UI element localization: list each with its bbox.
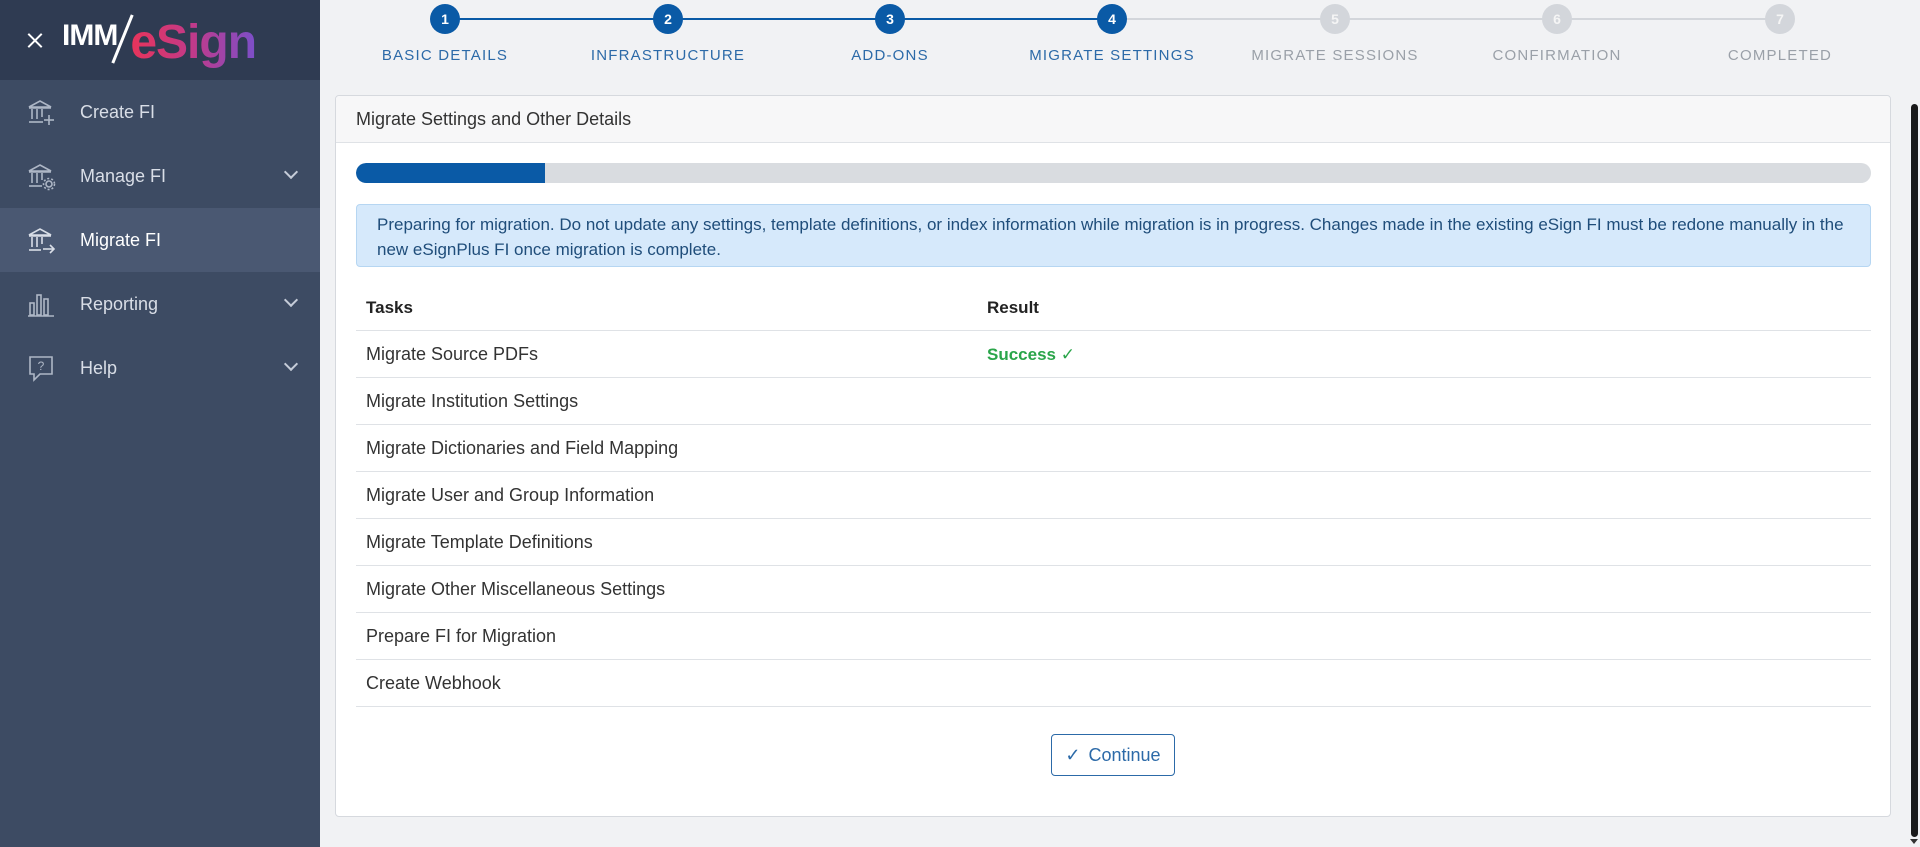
table-row: Migrate Dictionaries and Field Mapping [356,425,1871,472]
step-number: 5 [1320,4,1350,34]
bank-plus-icon [28,100,54,125]
close-icon[interactable] [22,27,48,53]
task-name: Migrate Source PDFs [366,343,539,364]
sidebar: IMM eSign Create FI Manage FI Migrate FI [0,0,320,847]
card-title: Migrate Settings and Other Details [336,96,1890,143]
chevron-down-icon [283,292,299,308]
table-row: Migrate User and Group Information [356,472,1871,519]
sidebar-item-manage-fi[interactable]: Manage FI [0,144,320,208]
table-row: Prepare FI for Migration [356,613,1871,660]
step-migrate-settings[interactable]: 4 MIGRATE SETTINGS [1012,0,1212,64]
sidebar-item-create-fi[interactable]: Create FI [0,80,320,144]
step-label: ADD-ONS [851,47,929,64]
task-name: Prepare FI for Migration [366,625,557,646]
logo-imm: IMM [62,19,118,52]
bank-gear-icon [28,164,56,191]
column-header-result: Result [987,297,1039,317]
tasks-table: Tasks Result Migrate Source PDFs Success… [356,285,1871,707]
page-scrollbar[interactable] [1908,0,1920,847]
sidebar-item-label: Help [80,357,118,378]
step-number: 2 [653,4,683,34]
sidebar-header: IMM eSign [0,0,320,80]
step-label: INFRASTRUCTURE [590,47,746,64]
migration-progress-bar [356,163,1871,183]
step-label: CONFIRMATION [1492,47,1622,64]
task-name: Migrate Other Miscellaneous Settings [366,578,666,599]
bar-chart-icon [28,294,54,317]
bank-arrow-icon [28,228,56,254]
migrate-settings-card: Migrate Settings and Other Details Prepa… [335,95,1891,817]
table-header-row: Tasks Result [356,285,1871,331]
step-infrastructure[interactable]: 2 INFRASTRUCTURE [568,0,768,64]
step-migrate-sessions: 5 MIGRATE SESSIONS [1235,0,1435,64]
sidebar-item-label: Migrate FI [80,229,162,250]
sidebar-item-label: Manage FI [80,165,167,186]
column-header-tasks: Tasks [366,297,413,317]
sidebar-item-migrate-fi[interactable]: Migrate FI [0,208,320,272]
info-alert: Preparing for migration. Do not update a… [356,204,1871,267]
step-number: 6 [1542,4,1572,34]
app-logo: IMM eSign [62,13,257,69]
help-bubble-icon: ? [29,356,53,382]
step-number: 1 [430,4,460,34]
step-completed: 7 COMPLETED [1680,0,1880,64]
chevron-down-icon [283,164,299,180]
sidebar-item-label: Reporting [80,293,159,314]
continue-label: Continue [1088,744,1161,765]
success-status: Success [987,344,1056,364]
step-basic-details[interactable]: 1 BASIC DETAILS [345,0,545,64]
checkmark-icon: ✓ [1065,744,1081,765]
table-row: Migrate Source PDFs Success ✓ [356,331,1871,378]
task-name: Migrate Dictionaries and Field Mapping [366,437,679,458]
table-row: Migrate Institution Settings [356,378,1871,425]
chevron-down-icon [283,356,299,372]
step-label: MIGRATE SETTINGS [1029,47,1195,64]
scrollbar-thumb[interactable] [1911,104,1918,837]
continue-button[interactable]: ✓ Continue [1051,734,1175,776]
svg-text:?: ? [38,359,45,373]
step-confirmation: 6 CONFIRMATION [1457,0,1657,64]
task-name: Migrate Template Definitions [366,531,593,552]
sidebar-item-reporting[interactable]: Reporting [0,272,320,336]
step-label: BASIC DETAILS [381,47,509,64]
table-row: Migrate Template Definitions [356,519,1871,566]
progress-fill [356,163,546,183]
step-number: 7 [1765,4,1795,34]
step-add-ons[interactable]: 3 ADD-ONS [790,0,990,64]
checkmark-icon: ✓ [1056,344,1075,364]
wizard-stepper: 1 BASIC DETAILS 2 INFRASTRUCTURE 3 ADD-O… [335,0,1890,80]
step-number: 4 [1097,4,1127,34]
task-name: Migrate Institution Settings [366,390,579,411]
table-row: Create Webhook [356,660,1871,707]
step-number: 3 [875,4,905,34]
sidebar-item-help[interactable]: ? Help [0,336,320,400]
task-name: Create Webhook [366,672,501,693]
scroll-down-arrow-icon[interactable] [1910,839,1918,844]
logo-esign: eSign [130,16,257,69]
sidebar-item-label: Create FI [80,101,156,122]
step-label: COMPLETED [1727,47,1833,64]
step-label: MIGRATE SESSIONS [1251,47,1419,64]
table-row: Migrate Other Miscellaneous Settings [356,566,1871,613]
task-name: Migrate User and Group Information [366,484,655,505]
